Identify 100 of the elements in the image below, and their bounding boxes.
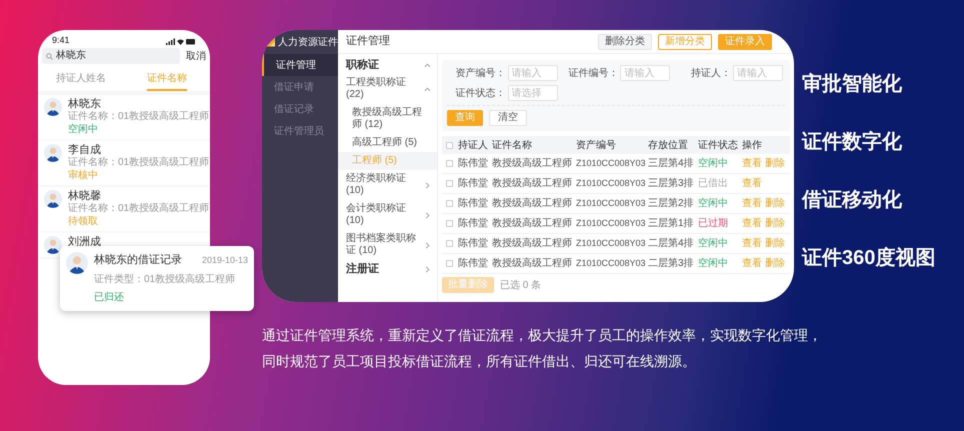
table-cell-text: 陈伟堂 — [457, 196, 489, 211]
table-cell-text: 陈伟堂 — [457, 236, 489, 251]
checkbox[interactable] — [446, 200, 452, 207]
sidebar-item[interactable]: 借证申请 — [262, 76, 338, 98]
status-text: 空闲中 — [697, 236, 729, 251]
status-icons — [166, 38, 196, 44]
column-header: 存放位置 — [647, 138, 689, 152]
chevron-icon[interactable] — [424, 242, 431, 248]
tree-item[interactable]: 教授级高级工程师 (12) — [338, 104, 437, 134]
checkbox[interactable] — [446, 260, 452, 267]
chevron-icon[interactable] — [424, 86, 431, 92]
table-cell-text: 教授级高级工程师 — [491, 156, 573, 171]
description-text: 通过证件管理系统，重新定义了借证流程，极大提升了员工的操作效率，实现数字化管理， — [262, 326, 822, 345]
avatar-icon — [44, 190, 62, 208]
checkbox[interactable] — [446, 180, 452, 187]
description-text: 同时规范了员工项目投标借证流程，所有证件借出、归还可在线溯源。 — [262, 352, 696, 371]
action-link[interactable]: 查看 — [742, 258, 762, 268]
clear-button[interactable]: 清空 — [489, 110, 527, 126]
tab[interactable]: 持证人姓名 — [56, 68, 106, 91]
feature-heading: 证件数字化 — [802, 130, 903, 155]
certificate-name: 证件名称：01教授级高级工程师 — [68, 203, 210, 215]
chevron-icon[interactable] — [424, 266, 431, 272]
tree-item[interactable]: 职称证 — [338, 56, 437, 74]
search-field[interactable]: 林晓东 — [42, 48, 180, 64]
tree-item[interactable]: 注册证 — [338, 260, 437, 278]
page-title: 证件管理 — [346, 34, 390, 50]
tab[interactable]: 证件名称 — [147, 68, 187, 91]
column-header: 持证人 — [457, 138, 489, 152]
chevron-icon[interactable] — [424, 212, 431, 218]
table-cell-text: 三层第1排 — [647, 216, 695, 231]
sidebar-item[interactable]: 证件管理 — [262, 54, 338, 76]
table-cell-text: 教授级高级工程师 — [491, 256, 573, 271]
filter-field[interactable]: 请输入 — [732, 65, 783, 81]
search-icon — [46, 52, 53, 60]
table-cell-text: Z1010CC008Y03 — [575, 216, 646, 230]
status-text: 空闲中 — [697, 256, 729, 271]
person-name: 林晓东 — [68, 98, 102, 110]
cancel-button[interactable]: 取消 — [186, 48, 206, 64]
table-cell-text: Z1010CC008Y03 — [575, 156, 646, 170]
column-header: 操作 — [741, 138, 763, 152]
checkbox[interactable] — [446, 240, 452, 247]
action-link[interactable]: 查看 — [742, 198, 762, 208]
tree-item[interactable]: 工程师 (5) — [338, 152, 437, 170]
status-text: 已归还 — [94, 290, 125, 304]
filter-field[interactable]: 请输入 — [508, 65, 558, 81]
query-button[interactable]: 查询 — [447, 110, 483, 126]
record-title: 林晓东的借证记录 — [94, 252, 182, 268]
sidebar-item[interactable]: 证件管理员 — [262, 120, 338, 142]
tree-item[interactable]: 会计类职称证 (10) — [338, 200, 437, 230]
filter-field[interactable]: 请选择 — [508, 85, 558, 101]
certificate-type: 证件类型：01教授级高级工程师 — [94, 272, 236, 286]
tree-item[interactable]: 高级工程师 (5) — [338, 134, 437, 152]
table-cell-text: Z1010CC008Y03 — [575, 196, 646, 210]
action-link[interactable]: 删除 — [765, 238, 785, 248]
sidebar-item[interactable]: 借证记录 — [262, 98, 338, 120]
action-link[interactable]: 删除 — [765, 258, 785, 268]
record-date: 2019-10-13 — [202, 254, 248, 266]
table-cell-text: 三层第4排 — [647, 156, 695, 171]
status-text: 空闲中 — [697, 196, 729, 211]
table-cell-text: 三层第2排 — [647, 196, 695, 211]
avatar-icon — [66, 252, 88, 274]
feature-heading: 证件360度视图 — [802, 246, 936, 271]
chevron-icon[interactable] — [424, 62, 431, 68]
filter-field[interactable]: 请输入 — [620, 65, 670, 81]
filter-label: 证件编号： — [568, 66, 618, 80]
checkbox[interactable] — [446, 160, 452, 167]
certificate-name: 证件名称：01教授级高级工程师 — [68, 111, 210, 123]
toolbar-button[interactable]: 证件录入 — [718, 34, 772, 50]
action-link[interactable]: 查看 — [742, 238, 762, 248]
action-link[interactable]: 查看 — [742, 158, 762, 168]
avatar-icon — [44, 98, 62, 116]
tree-item[interactable]: 图书档案类职称证 (10) — [338, 230, 437, 260]
table-cell-text: 教授级高级工程师 — [491, 196, 573, 211]
status-text: 空闲中 — [68, 124, 99, 136]
checkbox[interactable] — [446, 142, 452, 148]
action-link[interactable]: 查看 — [742, 178, 762, 188]
tree-item[interactable]: 经济类职称证 (10) — [338, 170, 437, 200]
action-link[interactable]: 删除 — [765, 218, 785, 228]
table-cell-text: 陈伟堂 — [457, 156, 489, 171]
action-link[interactable]: 删除 — [765, 198, 785, 208]
person-name: 刘洲成 — [68, 236, 101, 248]
avatar-icon — [44, 144, 62, 162]
tree-item[interactable]: 工程类职称证 (22) — [338, 74, 437, 104]
app-name: 人力资源证件 — [278, 36, 338, 50]
filter-label: 资产编号： — [456, 66, 506, 80]
checkbox[interactable] — [446, 220, 452, 227]
column-header: 证件状态 — [697, 138, 739, 152]
action-link[interactable]: 删除 — [765, 158, 785, 168]
toolbar-button[interactable]: 新增分类 — [658, 34, 712, 50]
filter-label: 证件状态： — [456, 86, 506, 100]
table-cell-text: 陈伟堂 — [457, 216, 489, 231]
table-cell-text: 陈伟堂 — [457, 176, 489, 191]
column-header: 证件名称 — [491, 138, 533, 152]
status-text: 已借出 — [697, 176, 729, 191]
table-cell-text: Z1010CC008Y03 — [575, 256, 646, 270]
action-link[interactable]: 查看 — [742, 218, 762, 228]
logo-icon — [266, 37, 275, 47]
chevron-icon[interactable] — [424, 182, 431, 188]
table-cell-text: 教授级高级工程师 — [491, 216, 573, 231]
toolbar-button[interactable]: 删除分类 — [598, 34, 652, 50]
